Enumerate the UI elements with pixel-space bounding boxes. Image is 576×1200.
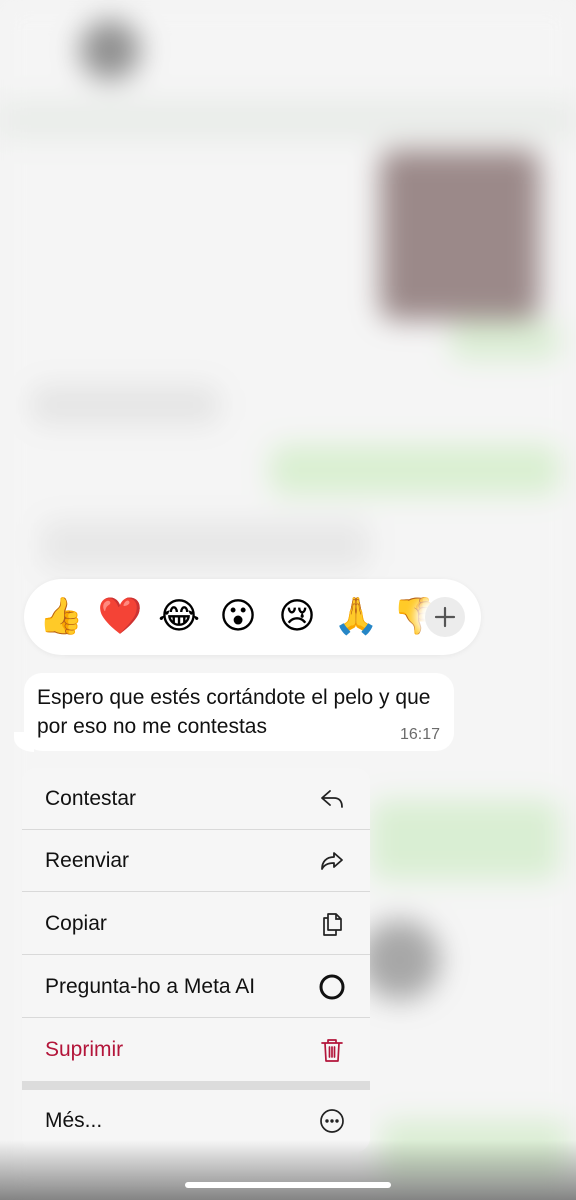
reaction-tears-of-joy[interactable]: 😂: [150, 588, 208, 646]
menu-item-copy[interactable]: Copiar: [22, 893, 370, 955]
menu-item-label: Reenviar: [45, 849, 130, 872]
trash-icon: [318, 1036, 346, 1064]
reaction-thumbs-up[interactable]: 👍: [32, 588, 90, 646]
plus-icon: [434, 606, 456, 628]
home-indicator[interactable]: [185, 1182, 391, 1188]
reaction-red-heart[interactable]: ❤️: [91, 588, 149, 646]
reaction-surprised[interactable]: 😮: [209, 588, 267, 646]
menu-item-delete[interactable]: Suprimir: [22, 1019, 370, 1081]
menu-item-label: Suprimir: [45, 1038, 124, 1061]
add-reaction-button[interactable]: [425, 597, 465, 637]
reply-icon: [318, 785, 346, 813]
menu-item-forward[interactable]: Reenviar: [22, 830, 370, 892]
message-context-menu: Contestar Reenviar Copiar Pregunta-ho a …: [22, 768, 370, 1152]
meta-ai-icon: [318, 973, 346, 1001]
menu-item-label: Contestar: [45, 787, 137, 810]
menu-item-label: Més...: [45, 1109, 103, 1132]
menu-item-ask-meta-ai[interactable]: Pregunta-ho a Meta AI: [22, 956, 370, 1018]
reaction-folded-hands[interactable]: 🙏: [327, 588, 385, 646]
bottom-shade: [0, 1140, 576, 1200]
reaction-crying[interactable]: 😢: [268, 588, 326, 646]
message-text: Espero que estés cortándote el pelo y qu…: [37, 686, 431, 738]
more-icon: [318, 1107, 346, 1135]
menu-item-label: Copiar: [45, 912, 107, 935]
menu-item-reply[interactable]: Contestar: [22, 768, 370, 830]
menu-item-label: Pregunta-ho a Meta AI: [45, 975, 256, 998]
message-time: 16:17: [399, 726, 440, 743]
message-bubble[interactable]: Espero que estés cortándote el pelo y qu…: [24, 673, 454, 751]
menu-section-divider: [22, 1081, 370, 1090]
reaction-bar: 👍 ❤️ 😂 😮 😢 🙏 👎: [24, 579, 481, 655]
copy-icon: [318, 910, 346, 938]
forward-icon: [318, 847, 346, 875]
